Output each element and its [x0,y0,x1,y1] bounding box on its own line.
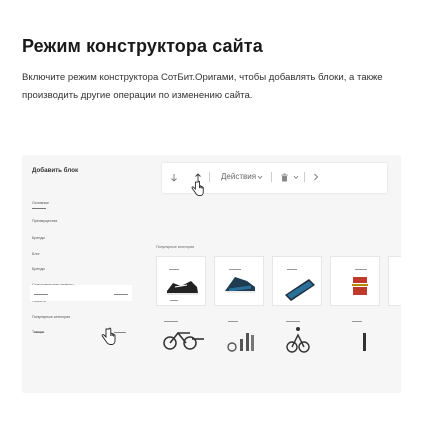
trash-icon[interactable] [280,173,289,182]
constructor-preview-panel: Добавить блок Основные Преимущества Брен… [22,155,401,393]
category-tile-clothing[interactable] [330,256,380,306]
category-tile-sport[interactable] [272,315,322,361]
sidebar-item-blog[interactable]: Блог [32,252,40,256]
actions-dropdown[interactable]: Действия [221,172,256,181]
sidebar-item-brands-2[interactable]: Бренды [32,267,45,271]
bike-icon [163,321,204,350]
page-description: Включите режим конструктора СотБит.Орига… [22,72,383,101]
chevron-down-icon [257,175,263,180]
sidebar-item-brands[interactable]: Бренды [32,236,45,240]
sneaker-icon [225,269,255,293]
add-block-heading: Добавить блок [32,167,79,174]
hand-cursor-icon-2 [191,180,204,196]
sidebar-item-popular-categories[interactable]: Популярные категории [32,315,70,319]
sport-icon [286,321,310,353]
section-label-popular-categories: Популярные категории [156,245,195,249]
category-tile-bike[interactable] [156,315,206,361]
block-thumbnail[interactable] [30,285,132,301]
category-tile-partial[interactable] [388,256,401,306]
chevron-right-icon[interactable] [313,173,319,181]
page-title: Режим конструктора сайта [22,36,263,56]
shoe-icon [167,269,198,301]
category-tile-shoes[interactable] [156,256,206,306]
hardware-icon [227,321,254,352]
category-tile-sneakers[interactable] [214,256,264,306]
gadget-icon [285,269,315,301]
chevron-down-icon-2[interactable] [293,175,299,180]
tool-icon [352,321,366,351]
category-tile-gadgets[interactable] [272,256,322,306]
category-tile-partial-2[interactable] [330,315,380,361]
sidebar-item-advantages[interactable]: Преимущества [32,219,57,223]
hand-cursor-icon [101,327,116,345]
category-tile-hardware[interactable] [214,315,264,361]
clothing-icon [352,269,368,295]
block-categories-sidebar: Основные Преимущества Бренды Блог Бренды… [22,193,134,393]
sidebar-item-basic[interactable]: Основные [32,201,49,209]
arrow-down-icon[interactable] [170,173,178,182]
